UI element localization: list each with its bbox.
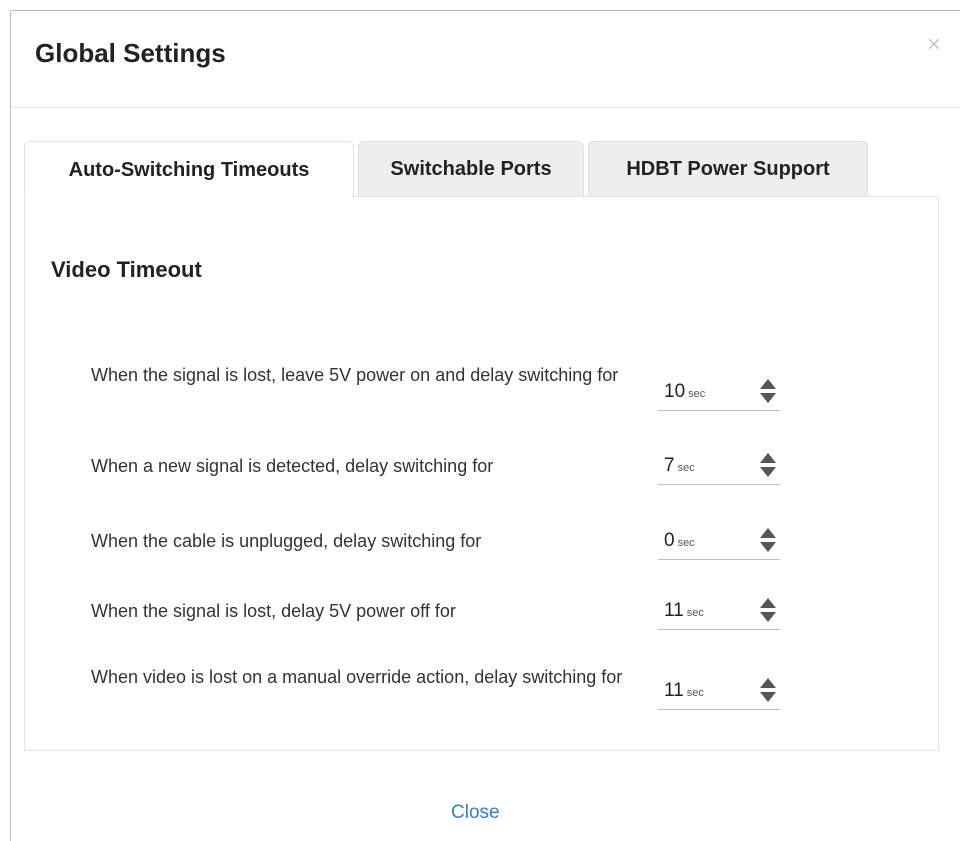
timeout-input[interactable]: 11 sec [658, 590, 780, 630]
timeout-label: When video is lost on a manual override … [91, 667, 623, 687]
timeout-label: When a new signal is detected, delay swi… [91, 456, 494, 476]
timeout-value: 10 sec [664, 381, 706, 402]
stepper-arrows-icon[interactable] [758, 450, 778, 480]
timeout-unit: sec [677, 537, 695, 549]
timeout-label: When the signal is lost, leave 5V power … [91, 365, 619, 385]
tab-bar: Auto-Switching Timeouts Switchable Ports… [24, 141, 939, 199]
timeout-unit: sec [686, 687, 704, 699]
timeout-input[interactable]: 0 sec [658, 520, 780, 560]
dialog-header: Global Settings × [11, 11, 960, 108]
tab-hdbt-power-support[interactable]: HDBT Power Support [588, 141, 868, 197]
stepper-arrows-icon[interactable] [758, 675, 778, 705]
timeout-label: When the cable is unplugged, delay switc… [91, 531, 482, 551]
timeout-unit: sec [686, 607, 704, 619]
timeout-value: 0 sec [664, 530, 695, 551]
close-icon[interactable]: × [927, 33, 941, 57]
stepper-arrows-icon[interactable] [758, 595, 778, 625]
timeout-value: 11 sec [664, 600, 704, 621]
section-title: Video Timeout [51, 257, 202, 282]
tab-auto-switching-timeouts[interactable]: Auto-Switching Timeouts [24, 141, 354, 199]
stepper-arrows-icon[interactable] [758, 376, 778, 406]
tab-switchable-ports[interactable]: Switchable Ports [358, 141, 584, 197]
timeout-input[interactable]: 10 sec [658, 371, 780, 411]
tab-panel-auto-switching: Video Timeout When the signal is lost, l… [24, 196, 939, 751]
timeout-input[interactable]: 7 sec [658, 445, 780, 485]
timeout-unit: sec [677, 462, 695, 474]
timeout-input[interactable]: 11 sec [658, 670, 780, 710]
stepper-arrows-icon[interactable] [758, 525, 778, 555]
timeout-label: When the signal is lost, delay 5V power … [91, 601, 456, 621]
timeout-value: 11 sec [664, 680, 704, 701]
dialog-title: Global Settings [35, 38, 226, 68]
close-button[interactable]: Close [451, 802, 500, 824]
timeout-value: 7 sec [664, 455, 695, 476]
timeout-unit: sec [688, 388, 706, 400]
